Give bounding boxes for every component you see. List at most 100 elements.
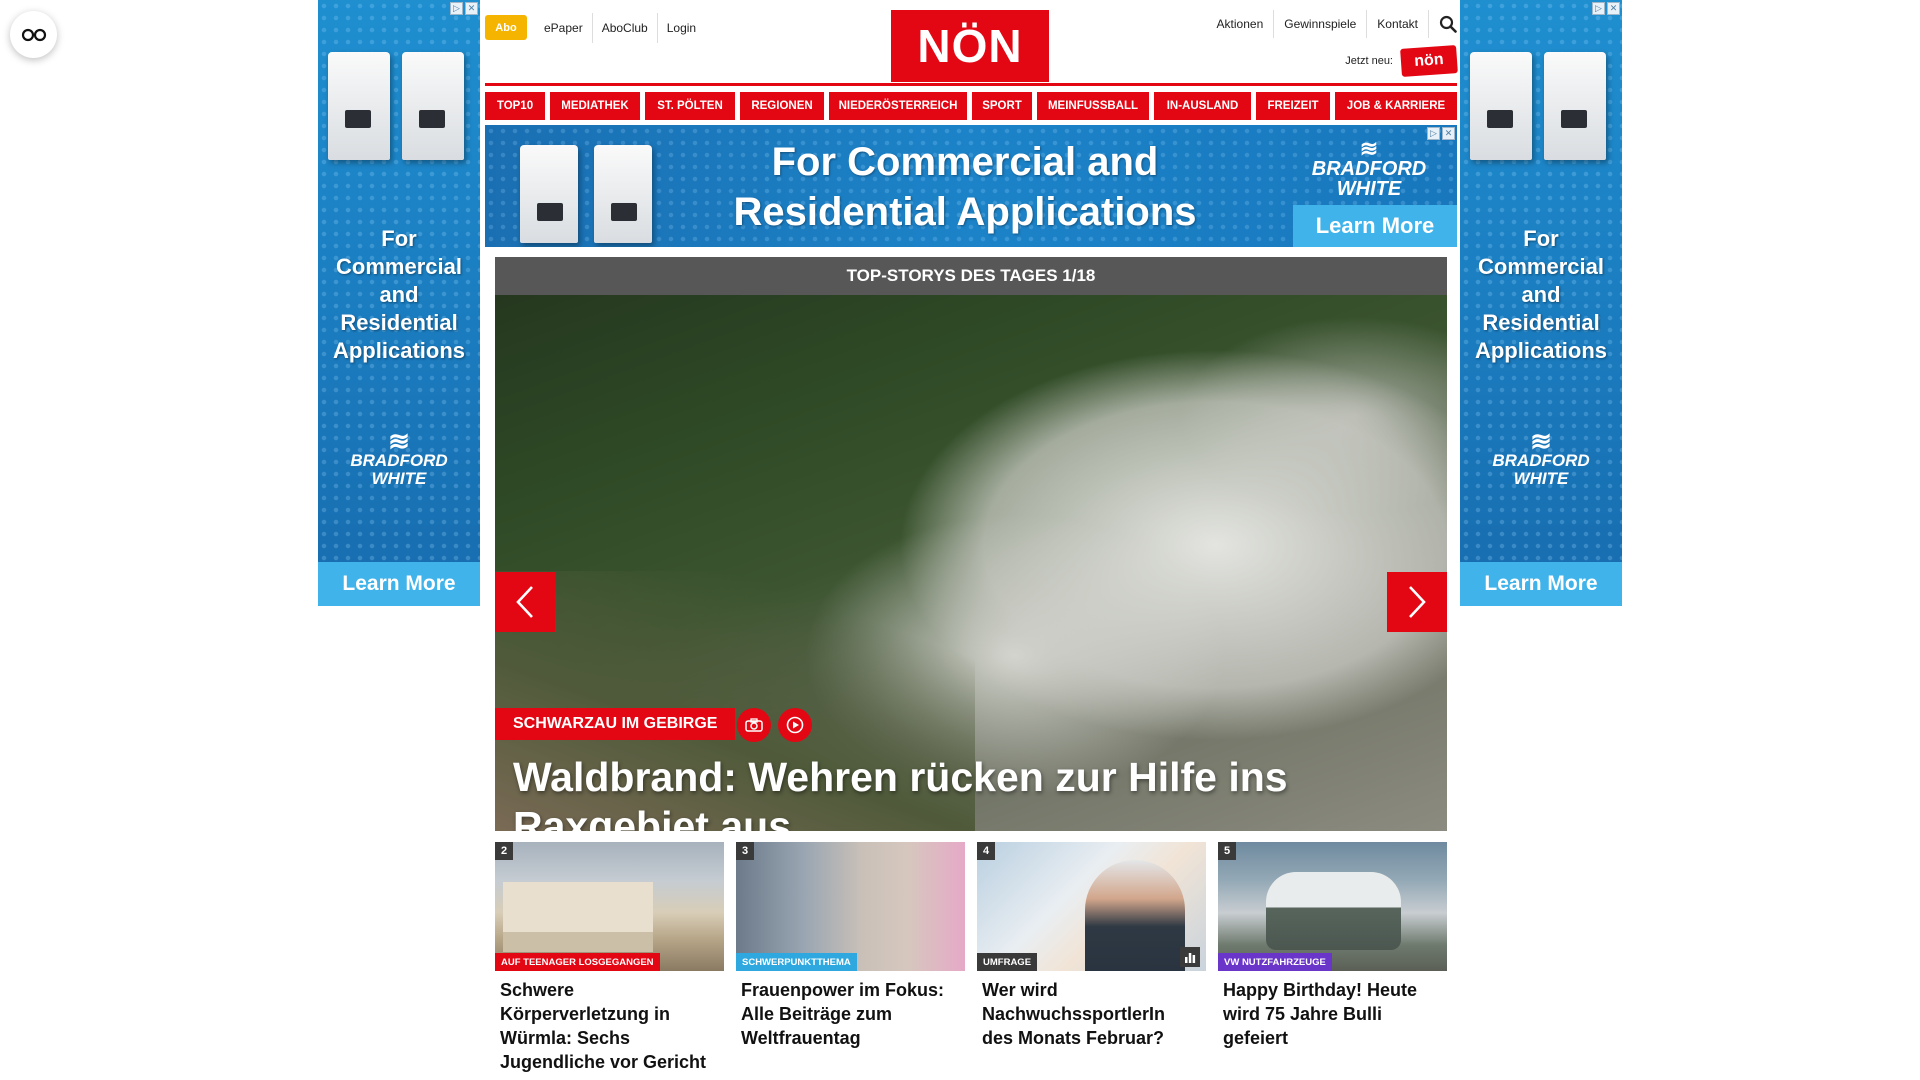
article-title[interactable]: Happy Birthday! Heute wird 75 Jahre Bull… [1218,971,1447,1050]
aboclub-link[interactable]: AboClub [593,13,658,43]
article-rank: 4 [977,842,995,860]
top-story-title[interactable]: Waldbrand: Wehren rücken zur Hilfe ins R… [513,753,1413,831]
site-header: Abo ePaper AboClub Login NÖN Aktionen Ge… [485,0,1458,84]
aktionen-link[interactable]: Aktionen [1207,10,1275,38]
kids-noen-badge[interactable]: nön [1400,45,1458,77]
login-link[interactable]: Login [658,13,705,43]
poll-badge [1180,947,1200,967]
product-image [520,145,652,243]
ad-headline: For Commercial and Residential Applicati… [1474,226,1607,363]
article-card[interactable]: 5 VW NUTZFAHRZEUGE Happy Birthday! Heute… [1218,842,1447,1050]
ad-learn-more-button[interactable]: Learn More [1460,562,1622,606]
nav-item-sport[interactable]: SPORT [972,92,1032,120]
leaderboard-ad[interactable]: ▷ ✕ For Commercial and Residential Appli… [485,125,1457,247]
ad-brand-logo: ≋ BRADFORD WHITE [318,426,480,488]
article-thumbnail[interactable]: 4 UMFRAGE [977,842,1206,971]
brand-mark-icon: ≋ [388,426,410,456]
brand-mark-icon: ≋ [1359,136,1379,161]
heater-unit [594,145,652,243]
article-title[interactable]: Schwere Körperverletzung in Würmla: Sech… [495,971,724,1074]
article-tag: VW NUTZFAHRZEUGE [1218,953,1332,971]
reader-mode-button[interactable] [10,11,57,58]
ad-close-icon[interactable]: ✕ [1442,127,1455,140]
ad-close-icon[interactable]: ✕ [1607,2,1620,15]
gewinnspiele-link[interactable]: Gewinnspiele [1274,10,1368,38]
thumbnail-building [503,882,653,952]
nav-item-st-poelten[interactable]: ST. PÖLTEN [645,92,735,120]
header-links-right: Aktionen Gewinnspiele Kontakt [1207,10,1457,38]
ad-close-icon[interactable]: ✕ [465,2,478,15]
article-card[interactable]: 2 AUF TEENAGER LOSGEGANGEN Schwere Körpe… [495,842,724,1074]
jetzt-neu-label: Jetzt neu: [1345,55,1393,67]
ad-learn-more-button[interactable]: Learn More [318,562,480,606]
adchoices-icon[interactable]: ▷ [1592,2,1605,15]
chevron-left-icon [516,586,533,618]
kontakt-link[interactable]: Kontakt [1367,10,1429,38]
skyscraper-ad-right[interactable]: ▷ ✕ For Commercial and Residential Appli… [1460,0,1622,606]
glasses-icon [21,28,46,41]
nav-item-job-karriere[interactable]: JOB & KARRIERE [1335,92,1457,120]
ad-headline: For Commercial and Residential Applicati… [685,137,1245,237]
nav-item-niederoesterreich[interactable]: NIEDERÖSTERREICH [829,92,967,120]
search-button[interactable] [1429,15,1457,33]
brand-line-2: WHITE [1513,469,1569,488]
brand-line-2: WHITE [1336,178,1402,200]
article-rank: 5 [1218,842,1236,860]
article-card[interactable]: 3 SCHWERPUNKTTHEMA Frauenpower im Fokus:… [736,842,965,1050]
product-image [328,52,464,160]
search-icon [1439,15,1457,33]
ad-choices[interactable]: ▷ ✕ [450,2,478,15]
ad-headline-line-2: Residential Applications [733,190,1197,234]
brand-line-2: WHITE [371,469,427,488]
thumbnail-person [1085,860,1185,971]
article-thumbnail[interactable]: 2 AUF TEENAGER LOSGEGANGEN [495,842,724,971]
adchoices-icon[interactable]: ▷ [450,2,463,15]
ad-headline-line-1: For Commercial and [771,140,1159,184]
nav-item-mediathek[interactable]: MEDIATHEK [550,92,640,120]
article-title[interactable]: Wer wird NachwuchssportlerIn des Monats … [977,971,1206,1050]
epaper-link[interactable]: ePaper [535,13,593,43]
article-tag: UMFRAGE [977,953,1038,971]
ad-choices[interactable]: ▷ ✕ [1592,2,1620,15]
nav-item-top10[interactable]: TOP10 [485,92,545,120]
skyscraper-ad-left[interactable]: ▷ ✕ For Commercial and Residential Appli… [318,0,480,606]
slider-next-button[interactable] [1387,572,1447,632]
ad-headline: For Commercial and Residential Applicati… [332,226,465,363]
article-thumbnail[interactable]: 3 SCHWERPUNKTTHEMA [736,842,965,971]
header-links-left: ePaper AboClub Login [535,13,705,43]
heater-unit [1470,52,1532,160]
chevron-right-icon [1409,586,1426,618]
heater-unit [328,52,390,160]
article-card[interactable]: 4 UMFRAGE Wer wird NachwuchssportlerIn d… [977,842,1206,1050]
heater-unit [1544,52,1606,160]
video-badge [778,708,812,742]
play-icon [786,716,804,734]
heater-unit [520,145,578,243]
product-image [1470,52,1606,160]
nav-item-regionen[interactable]: REGIONEN [740,92,824,120]
nav-item-in-ausland[interactable]: IN-AUSLAND [1154,92,1251,120]
nav-item-meinfussball[interactable]: MEINFUSSBALL [1037,92,1149,120]
slider-prev-button[interactable] [495,572,555,632]
bar-chart-icon [1185,953,1196,963]
jetzt-neu-promo[interactable]: Jetzt neu: nön [1345,45,1458,77]
top-story-slider: TOP-STORYS DES TAGES 1/18 SCHWARZAU IM G… [495,257,1447,831]
article-tag: SCHWERPUNKTTHEMA [736,953,857,971]
ad-brand-logo: ≋ BRADFORD WHITE [1460,428,1622,488]
article-tag: AUF TEENAGER LOSGEGANGEN [495,953,660,971]
article-rank: 2 [495,842,513,860]
thumbnail-van [1266,872,1401,950]
nav-item-freizeit[interactable]: FREIZEIT [1256,92,1330,120]
story-kicker[interactable]: SCHWARZAU IM GEBIRGE [495,708,736,740]
heater-unit [402,52,464,160]
top-story-counter: TOP-STORYS DES TAGES 1/18 [495,257,1447,295]
article-thumbnail[interactable]: 5 VW NUTZFAHRZEUGE [1218,842,1447,971]
article-title[interactable]: Frauenpower im Fokus: Alle Beiträge zum … [736,971,965,1050]
ad-brand-logo: ≋ BRADFORD WHITE [1305,136,1433,200]
gallery-badge [737,708,771,742]
ad-learn-more-button[interactable]: Learn More [1293,205,1457,247]
top-story-image[interactable]: SCHWARZAU IM GEBIRGE Waldbrand: Wehren r… [495,295,1447,831]
site-logo[interactable]: NÖN [891,10,1049,82]
abo-button[interactable]: Abo [485,15,527,40]
main-nav: TOP10 MEDIATHEK ST. PÖLTEN REGIONEN NIED… [485,92,1457,120]
